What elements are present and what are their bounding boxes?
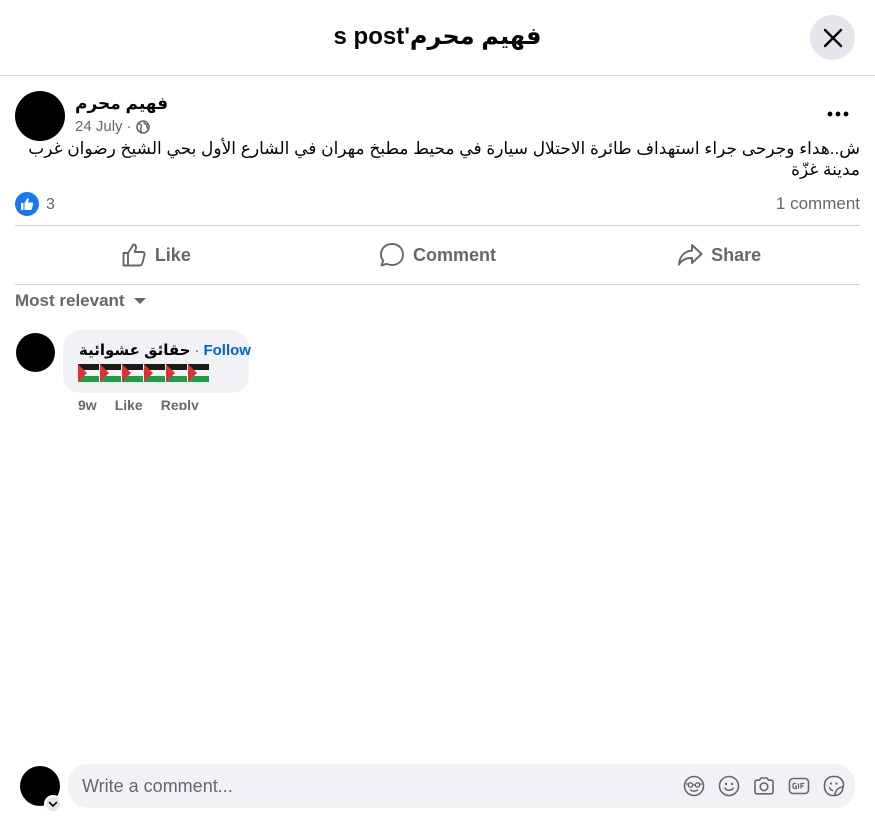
comment-like-button[interactable]: Like bbox=[115, 397, 143, 410]
share-button[interactable]: Share bbox=[578, 227, 860, 283]
palestine-flag-emoji bbox=[144, 364, 165, 382]
post-text: ش..هداء وجرحى جراء استهداف طائرة الاحتلا… bbox=[28, 139, 860, 179]
comment-bubble: حقائق عشوائية · Follow bbox=[63, 330, 251, 393]
comment-composer bbox=[68, 764, 855, 808]
comment-separator: · bbox=[194, 341, 200, 359]
avatar-sticker-button[interactable] bbox=[683, 774, 705, 798]
profile-switcher-button[interactable] bbox=[44, 795, 62, 813]
comment-count[interactable]: 1 comment bbox=[776, 194, 860, 214]
commenter-name[interactable]: حقائق عشوائية bbox=[79, 341, 190, 359]
share-icon bbox=[678, 244, 703, 266]
share-label: Share bbox=[711, 244, 762, 265]
sort-label: Most relevant bbox=[15, 291, 125, 310]
comment-reply-button[interactable]: Reply bbox=[161, 397, 199, 410]
palestine-flag-emoji bbox=[100, 364, 121, 382]
chevron-down-icon bbox=[48, 801, 58, 807]
commenter-avatar[interactable] bbox=[16, 333, 55, 372]
author-avatar[interactable] bbox=[15, 91, 65, 141]
divider bbox=[15, 284, 860, 285]
sticker-icon bbox=[823, 775, 845, 797]
sticker-button[interactable] bbox=[823, 774, 845, 798]
caret-down-icon bbox=[133, 298, 146, 304]
reaction-row: 3 1 comment bbox=[15, 192, 860, 216]
globe-icon bbox=[135, 119, 150, 134]
comment-header: حقائق عشوائية · Follow bbox=[79, 341, 251, 360]
author-name[interactable]: فهيم محرم bbox=[75, 94, 168, 114]
more-options-button[interactable] bbox=[824, 104, 852, 124]
gif-button[interactable] bbox=[788, 774, 810, 798]
divider bbox=[15, 225, 860, 226]
camera-icon bbox=[754, 777, 774, 795]
thumbs-up-icon bbox=[21, 198, 34, 210]
avatar-sticker-icon bbox=[683, 775, 705, 797]
comment-button[interactable]: Comment bbox=[297, 227, 579, 283]
dialog-title: فهيم محرم's post bbox=[333, 23, 542, 50]
emoji-icon bbox=[718, 775, 740, 797]
meta-separator: · bbox=[126, 118, 132, 135]
comment-text bbox=[78, 364, 209, 382]
composer-tools bbox=[683, 774, 845, 798]
like-reaction-badge[interactable] bbox=[15, 192, 39, 216]
post-meta: 24 July · bbox=[75, 118, 150, 135]
like-button[interactable]: Like bbox=[15, 227, 297, 283]
post-actions: Like Comment Share bbox=[15, 227, 860, 283]
thumbs-up-icon bbox=[122, 243, 146, 267]
like-label: Like bbox=[154, 244, 191, 265]
comment-input[interactable] bbox=[82, 774, 662, 798]
dialog-header: فهيم محرم's post bbox=[0, 0, 875, 76]
emoji-button[interactable] bbox=[718, 774, 740, 798]
palestine-flag-emoji bbox=[166, 364, 187, 382]
gif-icon bbox=[788, 777, 810, 795]
like-count[interactable]: 3 bbox=[46, 196, 55, 214]
palestine-flag-emoji bbox=[78, 364, 99, 382]
more-icon bbox=[827, 111, 849, 117]
comment-time[interactable]: 9w bbox=[78, 397, 97, 410]
post-date[interactable]: 24 July bbox=[75, 118, 123, 135]
close-button[interactable] bbox=[810, 15, 855, 60]
follow-button[interactable]: Follow bbox=[203, 342, 251, 359]
comment-label: Comment bbox=[413, 244, 497, 265]
camera-button[interactable] bbox=[753, 774, 775, 798]
comment-actions: 9w Like Reply bbox=[78, 397, 199, 410]
palestine-flag-emoji bbox=[122, 364, 143, 382]
close-icon bbox=[823, 28, 842, 47]
comment-icon bbox=[380, 243, 404, 267]
comment-sort-dropdown[interactable]: Most relevant bbox=[15, 291, 147, 311]
palestine-flag-emoji bbox=[188, 364, 209, 382]
